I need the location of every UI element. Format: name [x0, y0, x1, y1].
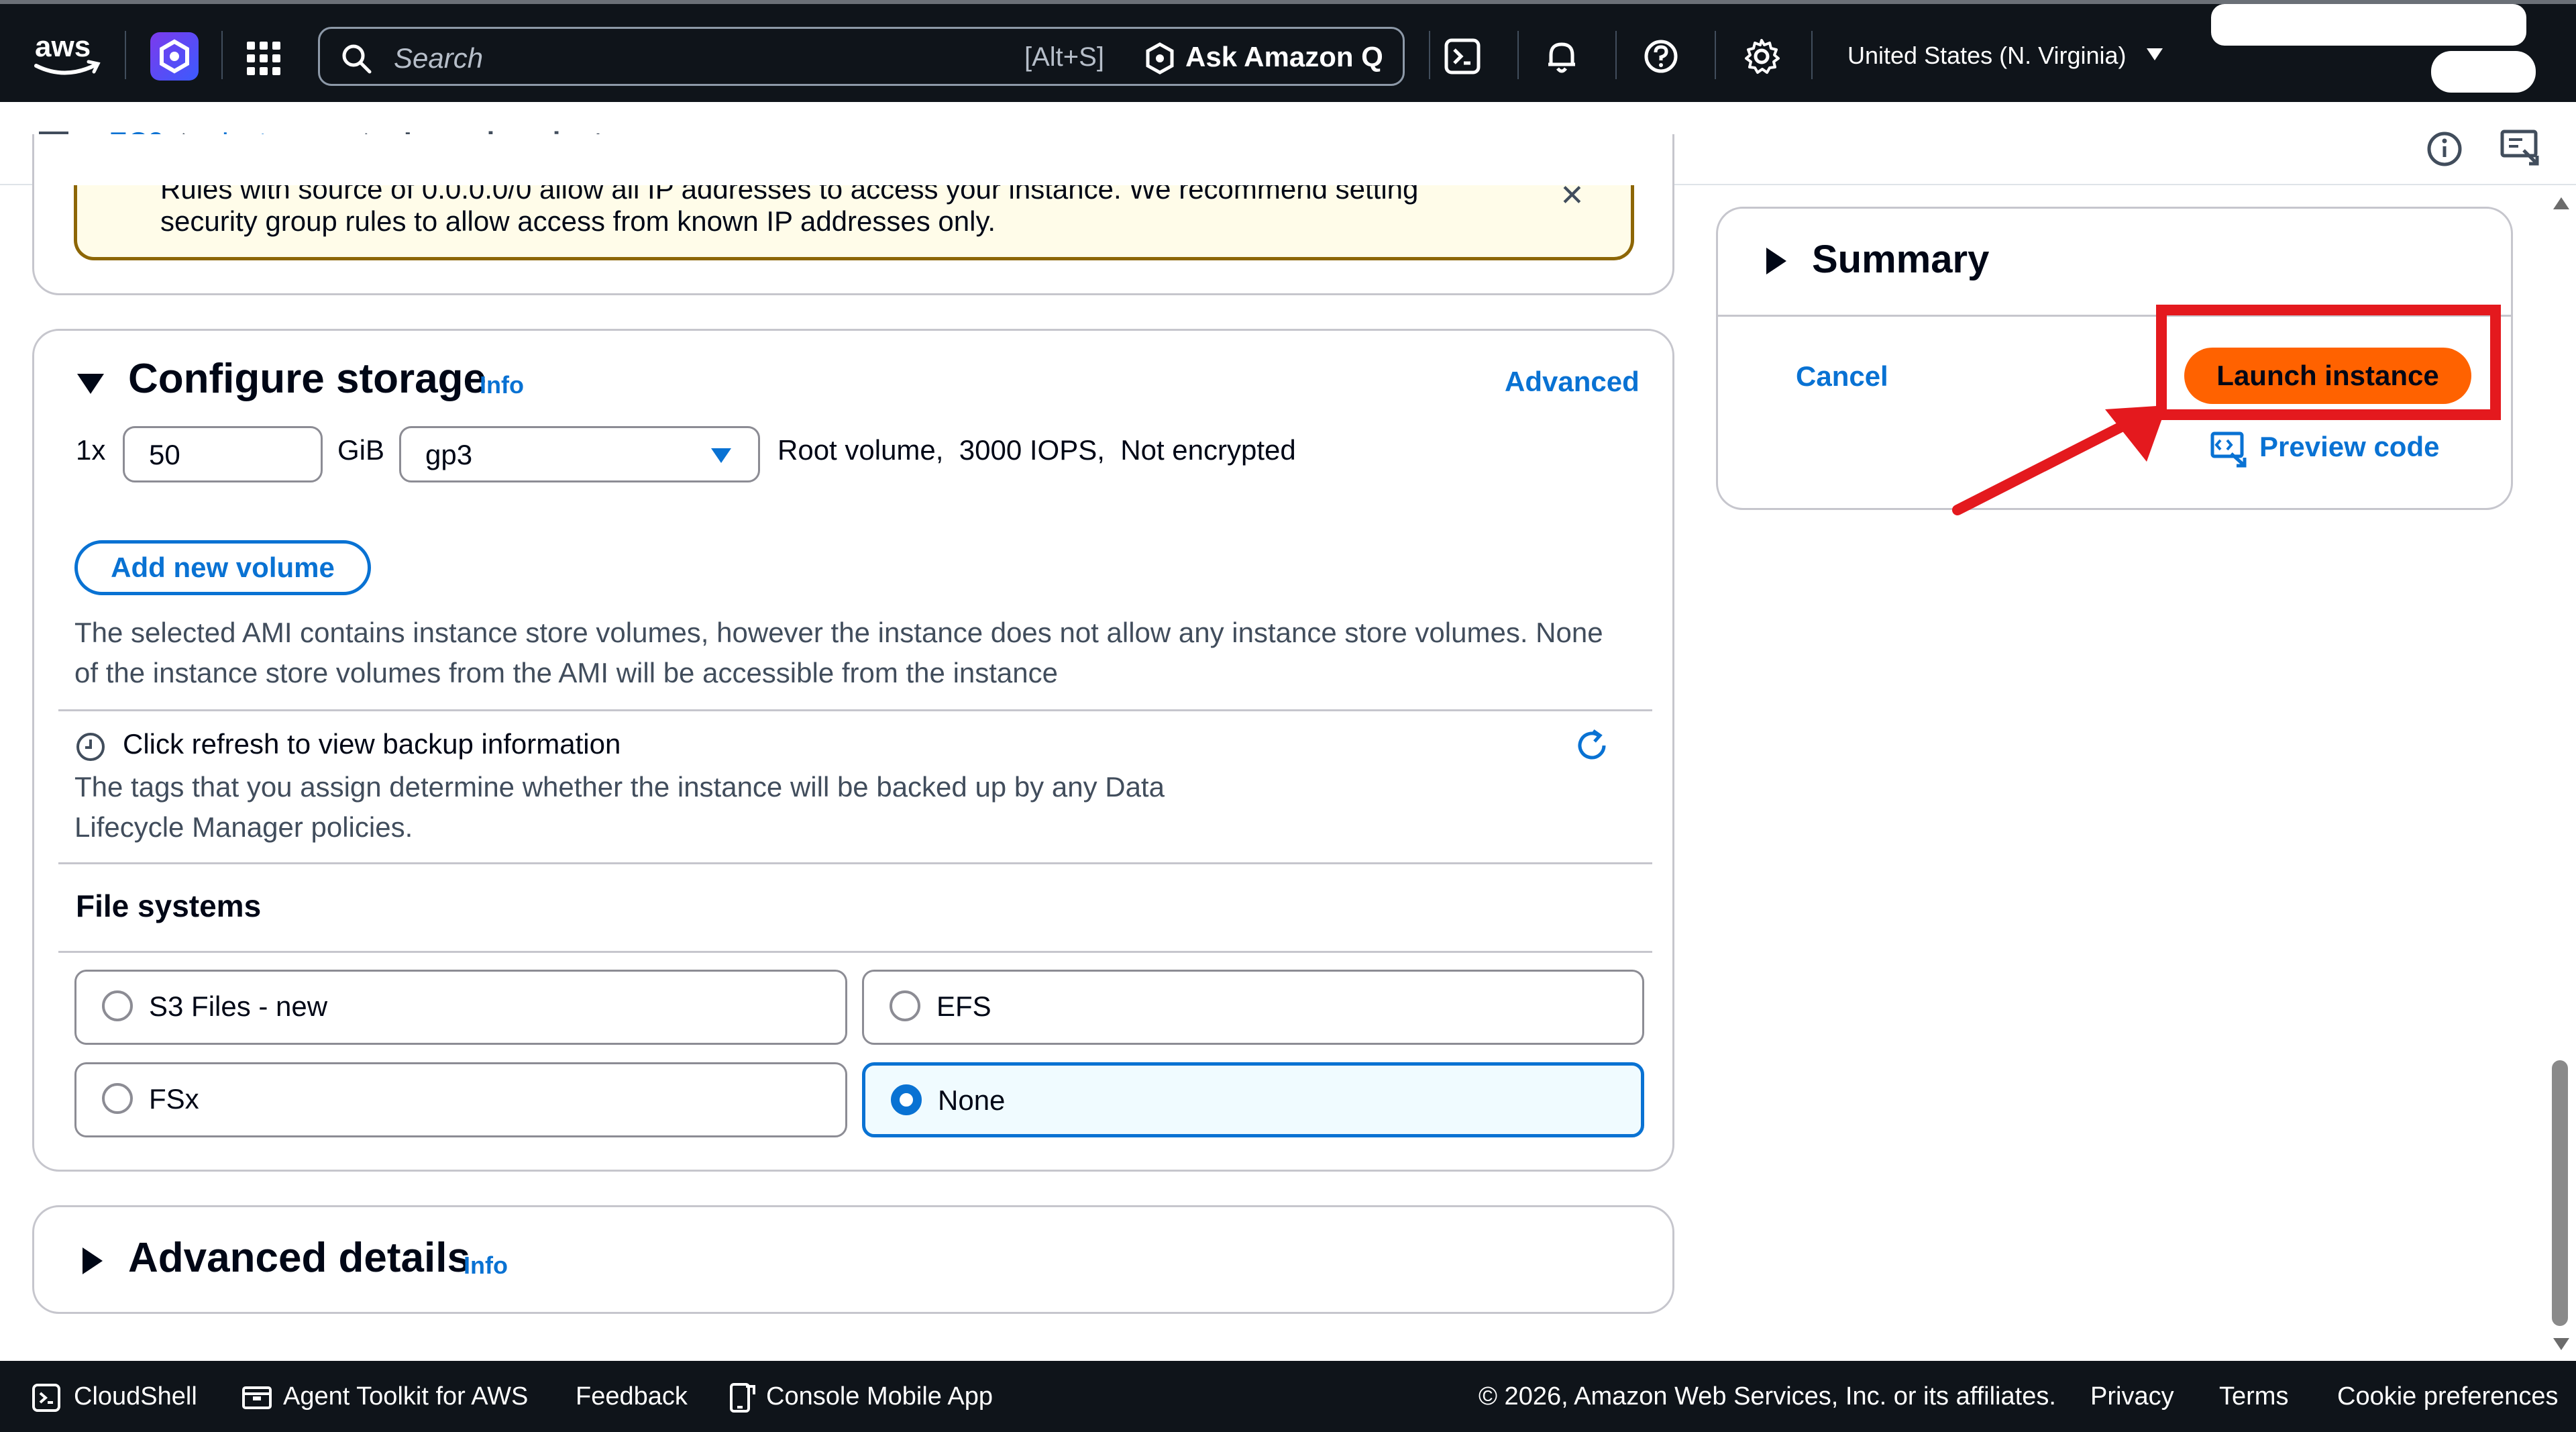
advanced-details-title[interactable]: Advanced details — [128, 1234, 470, 1282]
close-icon[interactable]: ✕ — [1560, 185, 1585, 213]
mobile-app-icon — [730, 1383, 755, 1413]
radio-button[interactable] — [890, 990, 920, 1021]
file-system-label: S3 Files - new — [149, 990, 328, 1022]
search-icon — [342, 44, 372, 74]
nav-divider — [221, 31, 223, 79]
footer-privacy[interactable]: Privacy — [2090, 1382, 2174, 1411]
footer-feedback[interactable]: Feedback — [576, 1382, 688, 1411]
backup-desc-line2: Lifecycle Manager policies. — [74, 811, 413, 843]
storage-info-link[interactable]: Info — [480, 371, 524, 399]
expand-caret-icon[interactable] — [83, 1247, 103, 1274]
amazon-q-icon[interactable] — [150, 32, 199, 81]
backup-title: Click refresh to view backup information — [123, 728, 621, 760]
scroll-up-arrow-icon[interactable] — [2553, 197, 2569, 209]
radio-button-selected[interactable] — [891, 1084, 922, 1115]
volume-size-input[interactable]: 50 — [123, 426, 323, 482]
ami-note-line1: The selected AMI contains instance store… — [74, 617, 1603, 648]
redacted-account-id — [2431, 51, 2536, 93]
volume-type-select[interactable]: gp3 — [399, 426, 760, 482]
nav-divider — [1517, 31, 1519, 79]
cancel-button[interactable]: Cancel — [1796, 360, 1888, 393]
size-unit-label: GiB — [337, 434, 385, 466]
nav-divider — [1615, 31, 1617, 79]
settings-gear-icon[interactable] — [1741, 36, 1782, 76]
radio-button[interactable] — [102, 1083, 133, 1114]
cloudshell-icon — [32, 1384, 60, 1412]
agent-toolkit-icon — [242, 1386, 272, 1409]
add-new-volume-button[interactable]: Add new volume — [74, 540, 371, 595]
advanced-details-card[interactable]: Advanced details Info — [32, 1205, 1674, 1314]
amazon-q-small-icon — [1146, 42, 1174, 74]
collapse-caret-icon[interactable] — [77, 374, 104, 394]
volume-size-value: 50 — [149, 439, 180, 470]
divider — [58, 862, 1652, 864]
redacted-account-name — [2211, 4, 2526, 46]
footer-copyright: © 2026, Amazon Web Services, Inc. or its… — [1479, 1382, 2056, 1411]
file-system-option-fsx[interactable]: FSx — [74, 1062, 847, 1137]
file-systems-title: File systems — [76, 888, 262, 923]
file-system-option-s3[interactable]: S3 Files - new — [74, 970, 847, 1045]
highlight-annotation-box — [2156, 305, 2501, 420]
file-system-label: EFS — [936, 990, 991, 1022]
warning-text-cut: Rules with source of 0.0.0.0/0 allow all… — [160, 185, 1419, 205]
file-system-label: None — [938, 1084, 1006, 1116]
radio-button[interactable] — [102, 990, 133, 1021]
footer-cloudshell[interactable]: CloudShell — [74, 1382, 197, 1411]
footer-agent-toolkit[interactable]: Agent Toolkit for AWS — [283, 1382, 528, 1411]
file-system-option-none[interactable]: None — [862, 1062, 1644, 1137]
clock-icon — [76, 733, 105, 761]
ami-note-line2: of the instance store volumes from the A… — [74, 657, 1059, 688]
caret-down-icon — [2147, 48, 2163, 60]
footer-terms[interactable]: Terms — [2219, 1382, 2288, 1411]
nav-divider — [1811, 31, 1813, 79]
warning-text: security group rules to allow access fro… — [160, 205, 996, 237]
nav-divider — [1715, 31, 1716, 79]
search-input[interactable]: Search [Alt+S] Ask Amazon Q — [318, 27, 1405, 86]
backup-desc-line1: The tags that you assign determine wheth… — [74, 771, 1165, 803]
preview-code-icon[interactable] — [2210, 429, 2249, 468]
info-panel-icon[interactable] — [2426, 130, 2463, 168]
caret-down-icon — [711, 448, 731, 463]
nav-divider — [125, 31, 126, 79]
advanced-link[interactable]: Advanced — [1505, 366, 1640, 398]
notifications-bell-icon[interactable] — [1542, 36, 1582, 76]
top-navigation: aws Search [Alt+S] Ask Amazon Q United S… — [0, 0, 2576, 102]
divider — [58, 951, 1652, 953]
file-system-option-efs[interactable]: EFS — [862, 970, 1644, 1045]
summary-title[interactable]: Summary — [1812, 237, 1989, 282]
refresh-icon[interactable] — [1573, 727, 1611, 764]
services-grid-icon[interactable] — [246, 40, 282, 76]
console-footer: CloudShell Agent Toolkit for AWS Feedbac… — [0, 1361, 2576, 1432]
security-warning-alert: Rules with source of 0.0.0.0/0 allow all… — [74, 185, 1634, 260]
cloudshell-icon[interactable] — [1442, 36, 1483, 76]
volume-type-value: gp3 — [425, 439, 473, 470]
svg-text:aws: aws — [35, 30, 91, 63]
configure-storage-card: Configure storage Info Advanced 1x 50 Gi… — [32, 329, 1674, 1172]
help-icon[interactable] — [1641, 36, 1681, 76]
scrollbar-thumb[interactable] — [2552, 1060, 2568, 1326]
search-shortcut: [Alt+S] — [1024, 42, 1104, 72]
footer-cookie-preferences[interactable]: Cookie preferences — [2337, 1382, 2559, 1411]
search-placeholder: Search — [394, 42, 484, 74]
nav-divider — [1429, 31, 1430, 79]
scroll-down-arrow-icon[interactable] — [2553, 1338, 2569, 1350]
advanced-details-info-link[interactable]: Info — [464, 1251, 508, 1280]
expand-caret-icon[interactable] — [1766, 248, 1786, 274]
ask-amazon-q-button[interactable]: Ask Amazon Q — [1185, 41, 1383, 73]
annotation-arrow-icon — [1952, 405, 2167, 515]
volume-count: 1x — [76, 434, 106, 466]
divider — [58, 709, 1652, 711]
preview-code-link[interactable]: Preview code — [2259, 431, 2439, 463]
region-selector[interactable]: United States (N. Virginia) — [1847, 42, 2127, 70]
feedback-panel-icon[interactable] — [2500, 127, 2541, 169]
aws-logo[interactable]: aws — [32, 30, 102, 81]
volume-description: Root volume, 3000 IOPS, Not encrypted — [777, 434, 1296, 466]
configure-storage-title: Configure storage — [128, 356, 486, 402]
file-system-label: FSx — [149, 1083, 199, 1115]
footer-mobile-app[interactable]: Console Mobile App — [766, 1382, 993, 1411]
